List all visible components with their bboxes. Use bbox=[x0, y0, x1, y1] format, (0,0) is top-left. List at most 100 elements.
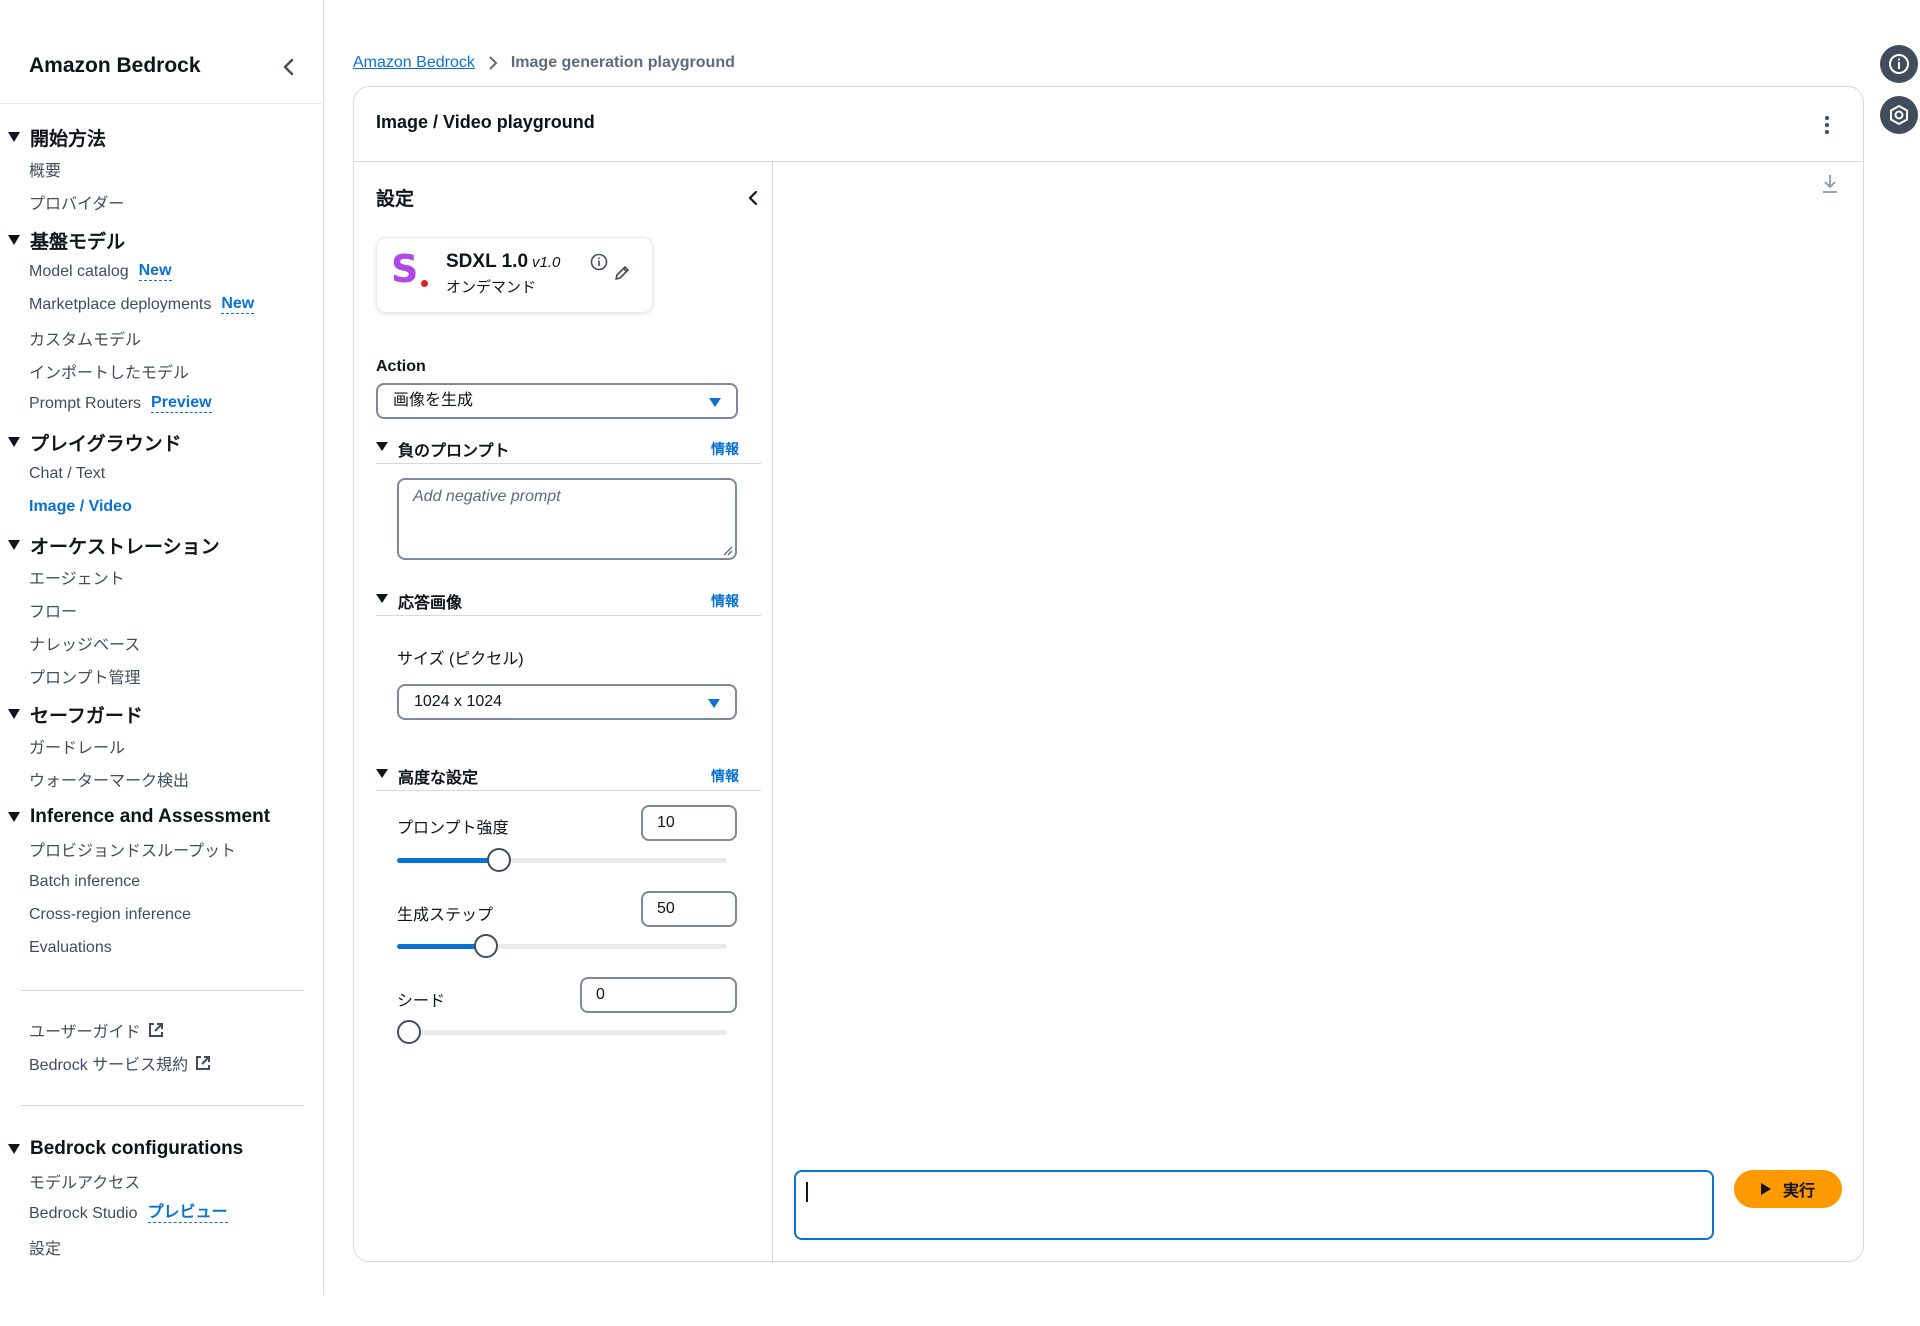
info-link[interactable]: 情報 bbox=[711, 766, 739, 786]
chevron-left-icon bbox=[748, 190, 758, 206]
seed-slider[interactable] bbox=[397, 1020, 727, 1044]
caret-down-icon bbox=[376, 594, 388, 603]
breadcrumb-root-link[interactable]: Amazon Bedrock bbox=[353, 54, 475, 72]
action-select-value: 画像を生成 bbox=[393, 392, 474, 409]
prompt-strength-label: プロンプト強度 bbox=[397, 820, 509, 837]
response-image-expander[interactable]: 応答画像 情報 bbox=[376, 586, 761, 616]
sidebar-item-agents[interactable]: エージェント bbox=[0, 560, 324, 593]
sidebar-item-bedrock-studio[interactable]: Bedrock Studio プレビュー bbox=[0, 1197, 324, 1230]
more-actions-button[interactable] bbox=[1821, 113, 1833, 137]
sidebar-item-flows[interactable]: フロー bbox=[0, 593, 324, 626]
sidebar-link-user-guide[interactable]: ユーザーガイド bbox=[0, 1013, 324, 1046]
seed-input[interactable]: 0 bbox=[580, 977, 737, 1013]
slider-thumb[interactable] bbox=[487, 848, 512, 872]
sidebar-item-imported-models[interactable]: インポートしたモデル bbox=[0, 354, 324, 387]
sidebar-item-label: プロンプト管理 bbox=[29, 669, 141, 687]
steps-label: 生成ステップ bbox=[397, 907, 494, 924]
sidebar-item-model-access[interactable]: モデルアクセス bbox=[0, 1164, 324, 1197]
playground-header: Image / Video playground bbox=[354, 87, 1863, 162]
caret-down-icon bbox=[708, 699, 720, 708]
nav-section-inference: Inference and Assessment プロビジョンドスループット B… bbox=[0, 802, 324, 964]
slider-thumb[interactable] bbox=[474, 934, 499, 958]
sidebar-item-prompt-management[interactable]: プロンプト管理 bbox=[0, 659, 324, 692]
sidebar-item-label: エージェント bbox=[29, 570, 125, 588]
sidebar-item-chat-text[interactable]: Chat / Text bbox=[0, 457, 324, 490]
sidebar-item-cross-region-inference[interactable]: Cross-region inference bbox=[0, 898, 324, 931]
collapse-settings-button[interactable] bbox=[743, 184, 763, 212]
prompt-input[interactable] bbox=[794, 1170, 1714, 1240]
sidebar-item-label: Prompt Routers bbox=[29, 394, 142, 412]
nav-section-title: セーフガード bbox=[30, 705, 143, 727]
sidebar-item-batch-inference[interactable]: Batch inference bbox=[0, 865, 324, 898]
sidebar-item-watermark-detection[interactable]: ウォーターマーク検出 bbox=[0, 762, 324, 795]
sidebar-item-model-catalog[interactable]: Model catalog New bbox=[0, 255, 324, 288]
info-icon[interactable] bbox=[590, 253, 608, 271]
sidebar-item-label: Bedrock サービス規約 bbox=[29, 1056, 189, 1074]
sidebar-link-service-terms[interactable]: Bedrock サービス規約 bbox=[0, 1046, 324, 1079]
sidebar-nav: 開始方法 概要 プロバイダー 基盤モデル Model catalog New Ma… bbox=[0, 122, 324, 1263]
info-link[interactable]: 情報 bbox=[711, 439, 739, 459]
steps-slider[interactable] bbox=[397, 934, 727, 958]
play-icon bbox=[1760, 1183, 1771, 1195]
prompt-strength-slider[interactable] bbox=[397, 848, 727, 872]
playground-container: Image / Video playground 設定 S SDXL 1.0 v1… bbox=[353, 86, 1864, 1262]
chevron-left-icon bbox=[283, 58, 294, 76]
sidebar-divider bbox=[20, 1105, 304, 1106]
sidebar-item-providers[interactable]: プロバイダー bbox=[0, 185, 324, 218]
download-icon[interactable] bbox=[1821, 173, 1839, 195]
sidebar-item-overview[interactable]: 概要 bbox=[0, 152, 324, 185]
nav-section-header[interactable]: 基盤モデル bbox=[0, 225, 324, 255]
info-panel-button[interactable] bbox=[1880, 45, 1918, 83]
slider-thumb[interactable] bbox=[397, 1020, 421, 1044]
new-badge: New bbox=[221, 295, 255, 314]
caret-down-icon bbox=[709, 398, 721, 407]
nav-section-header[interactable]: オーケストレーション bbox=[0, 530, 324, 560]
caret-down-icon bbox=[376, 442, 388, 451]
kebab-icon bbox=[1825, 116, 1829, 134]
caret-down-icon bbox=[8, 709, 20, 719]
settings-panel-button[interactable] bbox=[1880, 96, 1918, 134]
sidebar-item-marketplace-deployments[interactable]: Marketplace deployments New bbox=[0, 288, 324, 321]
external-link-icon bbox=[196, 1055, 211, 1070]
prompt-strength-input[interactable]: 10 bbox=[641, 805, 737, 841]
negative-prompt-expander[interactable]: 負のプロンプト 情報 bbox=[376, 434, 761, 464]
image-size-select[interactable]: 1024 x 1024 bbox=[397, 684, 737, 720]
info-link[interactable]: 情報 bbox=[711, 591, 739, 611]
nav-section-header[interactable]: セーフガード bbox=[0, 699, 324, 729]
nav-section-header[interactable]: プレイグラウンド bbox=[0, 427, 324, 457]
sidebar-item-prompt-routers[interactable]: Prompt Routers Preview bbox=[0, 387, 324, 420]
sidebar-item-evaluations[interactable]: Evaluations bbox=[0, 931, 324, 964]
negative-prompt-input[interactable]: Add negative prompt bbox=[397, 478, 737, 560]
edit-icon[interactable] bbox=[613, 264, 631, 282]
caret-down-icon bbox=[8, 540, 20, 550]
sidebar-item-label: フロー bbox=[29, 603, 78, 621]
sidebar-item-guardrails[interactable]: ガードレール bbox=[0, 729, 324, 762]
resize-handle-icon[interactable] bbox=[721, 544, 733, 556]
sidebar-item-label: Cross-region inference bbox=[29, 905, 191, 923]
settings-panel: 設定 S SDXL 1.0 v1.0 オンデマンド Action 画像を生成 負の… bbox=[354, 162, 773, 1262]
slider-fill bbox=[397, 944, 487, 949]
nav-section-header[interactable]: Bedrock configurations bbox=[0, 1134, 324, 1164]
info-icon bbox=[1889, 54, 1909, 74]
nav-section-header[interactable]: 開始方法 bbox=[0, 122, 324, 152]
nav-section-getting-started: 開始方法 概要 プロバイダー bbox=[0, 122, 324, 218]
collapse-sidebar-button[interactable] bbox=[276, 52, 302, 82]
sidebar-item-provisioned-throughput[interactable]: プロビジョンドスループット bbox=[0, 832, 324, 865]
nav-section-orchestration: オーケストレーション エージェント フロー ナレッジベース プロンプト管理 bbox=[0, 530, 324, 692]
sidebar-item-custom-models[interactable]: カスタムモデル bbox=[0, 321, 324, 354]
steps-input[interactable]: 50 bbox=[641, 891, 737, 927]
caret-down-icon bbox=[8, 235, 20, 245]
sidebar-item-settings[interactable]: 設定 bbox=[0, 1230, 324, 1263]
run-button[interactable]: 実行 bbox=[1734, 1170, 1842, 1208]
sidebar-item-label: Chat / Text bbox=[29, 464, 106, 482]
action-select[interactable]: 画像を生成 bbox=[376, 383, 738, 419]
chevron-right-icon bbox=[489, 56, 498, 70]
advanced-settings-expander[interactable]: 高度な設定 情報 bbox=[376, 761, 761, 791]
sidebar-item-image-video[interactable]: Image / Video bbox=[0, 490, 324, 523]
sidebar-title[interactable]: Amazon Bedrock bbox=[29, 54, 201, 78]
model-selector-card[interactable]: S SDXL 1.0 v1.0 オンデマンド bbox=[376, 237, 653, 313]
sidebar-item-knowledge-bases[interactable]: ナレッジベース bbox=[0, 626, 324, 659]
nav-section-header[interactable]: Inference and Assessment bbox=[0, 802, 324, 832]
model-name: SDXL 1.0 v1.0 bbox=[446, 251, 560, 273]
nav-section-bedrock-configurations: Bedrock configurations モデルアクセス Bedrock S… bbox=[0, 1134, 324, 1263]
